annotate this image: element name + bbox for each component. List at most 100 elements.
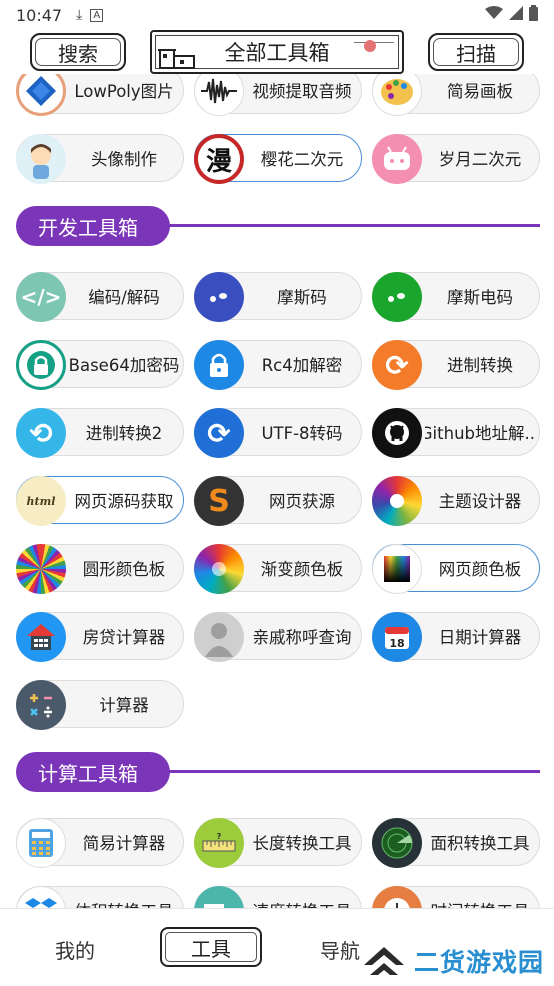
signal-icon	[509, 6, 523, 24]
search-button[interactable]: 搜索	[30, 33, 126, 71]
truck-icon	[194, 886, 244, 908]
code-brackets-icon: </>	[16, 272, 66, 322]
tool-base-convert[interactable]: ⟳ 进制转换	[372, 340, 540, 390]
radar-icon	[372, 818, 422, 868]
section-dev-tools: 开发工具箱	[16, 206, 540, 246]
section-divider-line	[166, 224, 540, 227]
tool-label: 头像制作	[91, 150, 157, 169]
tool-relative-title[interactable]: 亲戚称呼查询	[194, 612, 362, 662]
tool-circle-palette[interactable]: 圆形颜色板	[16, 544, 184, 594]
palette-icon	[372, 74, 422, 116]
tool-label: 摩斯电码	[447, 288, 513, 307]
morse-dot-icon	[194, 272, 244, 322]
tool-lowpoly[interactable]: LowPoly图片	[16, 74, 184, 116]
man-kanji-icon: 漫	[194, 134, 244, 184]
tool-area-convert[interactable]: 面积转换工具	[372, 818, 540, 868]
scan-button[interactable]: 扫描	[428, 33, 524, 71]
morse-dot-green-icon	[372, 272, 422, 322]
tool-avatar-maker[interactable]: 头像制作	[16, 134, 184, 184]
nav-tools-label: 工具	[191, 936, 231, 961]
lock-green-icon	[16, 340, 66, 390]
tool-web-source[interactable]: html 网页源码获取	[16, 476, 184, 526]
avatar-icon	[16, 134, 66, 184]
web-palette-icon	[372, 544, 422, 594]
tool-label: 进制转换2	[85, 424, 163, 443]
tool-theme-designer[interactable]: 主题设计器	[372, 476, 540, 526]
tool-label: 速度转换工具	[247, 887, 357, 908]
tool-label: 长度转换工具	[252, 834, 352, 853]
dropbox-icon	[16, 886, 66, 908]
tool-label: Github地址解...	[425, 424, 535, 443]
tool-label: UTF-8转码	[261, 424, 343, 443]
tool-time-convert[interactable]: 时间转换工具	[372, 886, 540, 908]
svg-text:?: ?	[217, 832, 222, 841]
house-illustration-icon	[158, 49, 195, 69]
calc-keypad-icon	[16, 818, 66, 868]
tool-encode-decode[interactable]: </> 编码/解码	[16, 272, 184, 322]
refresh-cyan-icon: ⟲	[16, 408, 66, 458]
tool-label: 圆形颜色板	[82, 560, 166, 579]
html-scroll-icon: html	[16, 476, 66, 526]
notification-a-icon: A	[90, 8, 104, 22]
status-bar: 10:47 ⤓ A	[0, 0, 554, 30]
watermark-logo-icon	[364, 947, 404, 975]
tool-mortgage-calc[interactable]: 房贷计算器	[16, 612, 184, 662]
tool-label: 网页颜色板	[438, 560, 522, 579]
tool-suiyue-anime[interactable]: 岁月二次元	[372, 134, 540, 184]
tool-label: 时间转换工具	[425, 887, 535, 908]
tool-label: 日期计算器	[438, 628, 522, 647]
waveform-icon	[194, 74, 244, 116]
tool-calculator[interactable]: 计算器	[16, 680, 184, 730]
tool-label: 主题设计器	[438, 492, 522, 511]
tool-sakura-anime[interactable]: 漫 樱花二次元	[194, 134, 362, 184]
tool-label: 岁月二次元	[438, 150, 522, 169]
tool-gradient-palette[interactable]: 渐变颜色板	[194, 544, 362, 594]
nav-navigation[interactable]: 导航	[320, 935, 360, 964]
tool-label: 进制转换	[447, 356, 513, 375]
tool-morse-code[interactable]: 摩斯电码	[372, 272, 540, 322]
tool-date-calc[interactable]: 18 日期计算器	[372, 612, 540, 662]
search-button-label: 搜索	[58, 41, 98, 66]
tool-label: LowPoly图片	[74, 82, 174, 101]
watermark-overlay: 二货游戏园	[360, 936, 554, 986]
tool-rc4[interactable]: Rc4加解密	[194, 340, 362, 390]
s-letter-icon: S	[194, 476, 244, 526]
tool-video-audio[interactable]: 视频提取音频	[194, 74, 362, 116]
tool-label: 编码/解码	[88, 288, 160, 307]
diamond-icon	[16, 74, 66, 116]
refresh-orange-icon: ⟳	[372, 340, 422, 390]
tool-github-url[interactable]: Github地址解...	[372, 408, 540, 458]
tool-length-convert[interactable]: ? 长度转换工具	[194, 818, 362, 868]
ruler-icon: ?	[194, 818, 244, 868]
house-calc-icon	[16, 612, 66, 662]
sync-blue-icon: ⟳	[194, 408, 244, 458]
tool-label: 亲戚称呼查询	[252, 628, 352, 647]
tool-volume-convert[interactable]: 体积转换工具	[16, 886, 184, 908]
tool-label: Base64加密码	[69, 356, 179, 375]
section-divider-line	[166, 770, 540, 773]
tool-label: 樱花二次元	[260, 150, 344, 169]
tool-label: 渐变颜色板	[260, 560, 344, 579]
scan-button-label: 扫描	[456, 41, 496, 66]
status-time: 10:47	[16, 5, 63, 25]
tool-speed-convert[interactable]: 速度转换工具	[194, 886, 362, 908]
gradient-wheel-icon	[194, 544, 244, 594]
nav-tools[interactable]: 工具	[160, 927, 262, 967]
tool-web-fetch[interactable]: S 网页获源	[194, 476, 362, 526]
bilibili-tv-icon	[372, 134, 422, 184]
tool-list[interactable]: LowPoly图片 视频提取音频 简易画板 头像制作 漫 樱花二次元 岁月二次元…	[0, 74, 554, 908]
tool-base-convert-2[interactable]: ⟲ 进制转换2	[16, 408, 184, 458]
nav-mine[interactable]: 我的	[55, 935, 95, 964]
wifi-icon	[485, 6, 503, 24]
top-bar: 搜索 全部工具箱 扫描	[0, 30, 554, 74]
tool-web-palette[interactable]: 网页颜色板	[372, 544, 540, 594]
tool-simple-canvas[interactable]: 简易画板	[372, 74, 540, 116]
tool-base64[interactable]: Base64加密码	[16, 340, 184, 390]
tool-simple-calc[interactable]: 简易计算器	[16, 818, 184, 868]
calculator-icon	[16, 680, 66, 730]
radial-palette-icon	[16, 544, 66, 594]
tool-morse[interactable]: 摩斯码	[194, 272, 362, 322]
download-icon: ⤓	[76, 7, 83, 23]
tool-utf8[interactable]: ⟳ UTF-8转码	[194, 408, 362, 458]
calendar-icon: 18	[372, 612, 422, 662]
